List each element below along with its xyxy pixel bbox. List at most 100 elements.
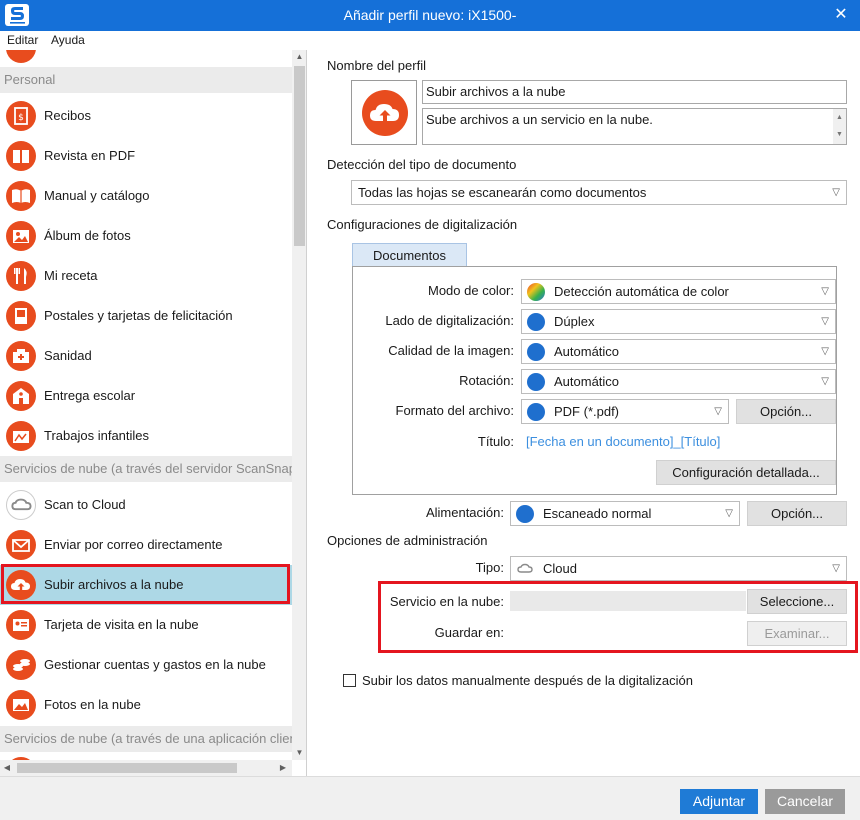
feed-icon	[516, 505, 534, 523]
photos-icon	[6, 690, 36, 720]
title-link[interactable]: [Fecha en un documento]_[Título]	[526, 434, 720, 449]
detailed-settings-button[interactable]: Configuración detallada...	[656, 460, 836, 485]
chevron-down-icon: ▽	[821, 376, 829, 387]
sidebar-item-business-card[interactable]: Tarjeta de visita en la nube	[0, 605, 292, 645]
scroll-right-icon[interactable]: ▶	[276, 760, 290, 776]
type-value: Cloud	[543, 561, 577, 576]
add-button[interactable]: Adjuntar	[680, 789, 758, 814]
chevron-down-icon: ▽	[821, 346, 829, 357]
sidebar-item-school[interactable]: Entrega escolar	[0, 376, 292, 416]
sidebar-item-receipts[interactable]: $ Recibos	[0, 96, 292, 136]
dialog-footer: Adjuntar Cancelar	[0, 776, 860, 820]
scrollbar-thumb[interactable]	[294, 66, 305, 246]
profile-list-panel: Personal $ Recibos Revista en PDF Manual…	[0, 50, 307, 776]
title-bar: Añadir perfil nuevo: iX1500- ✕	[0, 0, 860, 31]
type-dropdown[interactable]: Cloud ▽	[510, 556, 847, 581]
sidebar-item-manual[interactable]: Manual y catálogo	[0, 176, 292, 216]
list-item-partial[interactable]	[0, 50, 292, 68]
scan-side-dropdown[interactable]: Dúplex ▽	[521, 309, 836, 334]
type-label: Tipo:	[475, 560, 504, 575]
profile-list[interactable]: Personal $ Recibos Revista en PDF Manual…	[0, 50, 292, 760]
sidebar-item-label: Álbum de fotos	[44, 228, 131, 243]
tab-documents[interactable]: Documentos	[352, 243, 467, 267]
detection-value: Todas las hojas se escanearán como docum…	[358, 185, 647, 200]
manual-upload-label: Subir los datos manualmente después de l…	[362, 673, 693, 688]
chevron-down-icon: ▽	[714, 406, 722, 417]
sidebar-item-cloud-photos[interactable]: Fotos en la nube	[0, 685, 292, 725]
sidebar-item-scan-to-cloud[interactable]: Scan to Cloud	[0, 485, 292, 525]
book-icon	[6, 181, 36, 211]
cancel-button[interactable]: Cancelar	[765, 789, 845, 814]
chevron-down-icon: ▽	[821, 316, 829, 327]
sidebar-item-accounts[interactable]: Gestionar cuentas y gastos en la nube	[0, 645, 292, 685]
highlight-selected-item	[1, 564, 290, 604]
list-item-partial-bottom[interactable]	[0, 752, 292, 760]
close-icon[interactable]: ✕	[832, 6, 850, 24]
scroll-up-icon[interactable]: ▲	[292, 50, 306, 64]
feed-value: Escaneado normal	[543, 506, 652, 521]
image-quality-dropdown[interactable]: Automático ▽	[521, 339, 836, 364]
sidebar-item-postcards[interactable]: Postales y tarjetas de felicitación	[0, 296, 292, 336]
scrollbar-thumb[interactable]	[17, 763, 237, 773]
magazine-icon	[6, 141, 36, 171]
category-cloud-app: Servicios de nube (a través de una aplic…	[0, 726, 292, 752]
scansnap-cloud-icon	[516, 560, 534, 578]
profile-settings-panel: Nombre del perfil Subir archivos a la nu…	[308, 50, 860, 776]
cutlery-icon	[6, 261, 36, 291]
medical-icon	[6, 341, 36, 371]
image-quality-value: Automático	[554, 344, 620, 359]
sidebar-item-label: Entrega escolar	[44, 388, 136, 403]
profile-description-input[interactable]: Sube archivos a un servicio en la nube.	[422, 108, 847, 145]
sidebar-item-label: Sanidad	[44, 348, 92, 363]
manual-upload-checkbox[interactable]	[343, 674, 356, 687]
rotation-icon	[527, 373, 545, 391]
profile-name-input[interactable]: Subir archivos a la nube	[422, 80, 847, 104]
feed-label: Alimentación:	[425, 505, 504, 520]
sidebar-item-label: Revista en PDF	[44, 148, 136, 163]
vertical-scrollbar[interactable]: ▲ ▼	[292, 50, 306, 760]
rotation-dropdown[interactable]: Automático ▽	[521, 369, 836, 394]
sidebar-item-photo-album[interactable]: Álbum de fotos	[0, 216, 292, 256]
color-mode-dropdown[interactable]: Detección automática de color ▽	[521, 279, 836, 304]
mail-icon	[6, 530, 36, 560]
pdf-format-icon	[527, 403, 545, 421]
sidebar-item-label: Enviar por correo directamente	[44, 537, 223, 552]
sidebar-item-kids-works[interactable]: Trabajos infantiles	[0, 416, 292, 456]
sidebar-item-label: Tarjeta de visita en la nube	[44, 617, 199, 632]
chevron-down-icon: ▽	[832, 187, 840, 198]
quality-auto-icon	[527, 343, 545, 361]
sidebar-item-health[interactable]: Sanidad	[0, 336, 292, 376]
scroll-left-icon[interactable]: ◀	[0, 760, 14, 776]
profile-name-label: Nombre del perfil	[327, 58, 426, 73]
profile-icon-button[interactable]	[351, 80, 417, 145]
horizontal-scrollbar[interactable]: ◀ ▶	[0, 760, 292, 776]
detection-dropdown[interactable]: Todas las hojas se escanearán como docum…	[351, 180, 847, 205]
scansnap-cloud-icon	[6, 490, 36, 520]
menu-edit[interactable]: Editar	[7, 33, 38, 47]
sidebar-item-email[interactable]: Enviar por correo directamente	[0, 525, 292, 565]
feed-option-button[interactable]: Opción...	[747, 501, 847, 526]
scroll-down-icon[interactable]: ▼	[292, 746, 306, 760]
detection-label: Detección del tipo de documento	[327, 157, 517, 172]
file-format-label: Formato del archivo:	[395, 403, 515, 418]
format-option-button[interactable]: Opción...	[736, 399, 836, 424]
color-mode-value: Detección automática de color	[554, 284, 729, 299]
sidebar-item-label: Scan to Cloud	[44, 497, 126, 512]
school-icon	[6, 381, 36, 411]
business-card-icon	[6, 610, 36, 640]
cloud-upload-icon	[362, 90, 408, 136]
partial-item-icon	[6, 50, 36, 63]
feed-dropdown[interactable]: Escaneado normal ▽	[510, 501, 740, 526]
file-format-dropdown[interactable]: PDF (*.pdf) ▽	[521, 399, 729, 424]
menu-bar: Editar Ayuda	[0, 31, 860, 50]
menu-help[interactable]: Ayuda	[51, 33, 85, 47]
title-label: Título:	[477, 434, 514, 449]
sidebar-item-recipe[interactable]: Mi receta	[0, 256, 292, 296]
sidebar-item-label: Trabajos infantiles	[44, 428, 150, 443]
sidebar-item-magazine[interactable]: Revista en PDF	[0, 136, 292, 176]
coins-icon	[6, 650, 36, 680]
sidebar-item-label: Recibos	[44, 108, 91, 123]
management-label: Opciones de administración	[327, 533, 488, 548]
description-scrollbar[interactable]: ▲ ▼	[833, 109, 846, 144]
svg-text:$: $	[18, 113, 24, 123]
